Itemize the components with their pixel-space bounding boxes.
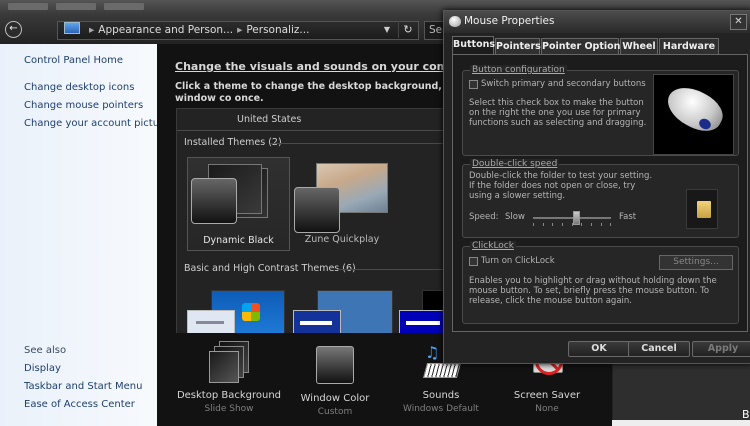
switch-buttons-label[interactable]: Switch primary and secondary buttons	[481, 79, 646, 89]
switch-buttons-description: Select this check box to make the button…	[469, 98, 647, 128]
address-dropdown-icon[interactable]: ▼	[380, 21, 394, 38]
see-also-heading: See also	[24, 345, 67, 356]
clicklock-description: Enables you to highlight or drag without…	[469, 276, 717, 306]
speed-label: Speed:	[469, 212, 499, 222]
slider-thumb[interactable]	[572, 211, 580, 225]
window-color-swatch	[187, 310, 235, 334]
slow-label: Slow	[505, 212, 525, 222]
clicklock-group: ClickLock Turn on ClickLock Settings... …	[462, 241, 739, 324]
locale-label: United States	[237, 114, 302, 125]
divider	[337, 269, 443, 270]
clicklock-legend: ClickLock	[470, 241, 516, 251]
screen-saver-value: None	[535, 404, 559, 414]
nav-control-panel-home[interactable]: Control Panel Home	[24, 55, 123, 66]
close-icon[interactable]: ✕	[730, 14, 747, 30]
dialog-titlebar[interactable]: Mouse Properties ✕	[444, 11, 750, 33]
page-description: Click a theme to change the desktop back…	[175, 81, 442, 104]
breadcrumb-separator-icon: ▸	[89, 24, 95, 36]
ok-button[interactable]: OK	[568, 341, 630, 357]
window-color-value: Custom	[317, 407, 353, 417]
mouse-icon	[449, 16, 461, 27]
mouse-properties-dialog: Mouse Properties ✕ Buttons Pointers Poin…	[443, 10, 750, 364]
switch-buttons-checkbox[interactable]	[469, 80, 478, 89]
windows-logo-icon	[242, 303, 260, 321]
theme-list[interactable]: United States Installed Themes (2) Dynam…	[176, 108, 446, 334]
fast-label: Fast	[619, 212, 637, 222]
background-window-area	[612, 356, 750, 426]
tab-buttons[interactable]: Buttons	[452, 36, 495, 55]
double-click-legend: Double-click speed	[470, 159, 560, 169]
breadcrumb-separator-icon: ▸	[237, 24, 243, 36]
test-folder[interactable]	[686, 189, 718, 229]
see-also-taskbar[interactable]: Taskbar and Start Menu	[24, 381, 142, 392]
clicklock-label[interactable]: Turn on ClickLock	[481, 256, 555, 266]
basic-themes-header: Basic and High Contrast Themes (6)	[184, 263, 356, 274]
clicklock-settings-button[interactable]: Settings...	[659, 255, 733, 270]
theme-zune-quickplay[interactable]: Zune Quickplay	[294, 163, 390, 245]
double-click-description: Double-click the folder to test your set…	[469, 171, 653, 201]
double-click-speed-group: Double-click speed Double-click the fold…	[462, 159, 739, 238]
left-nav-pane: Control Panel Home Change desktop icons …	[0, 44, 169, 426]
theme-name-dynamic-black: Dynamic Black	[203, 235, 274, 246]
button-configuration-legend: Button configuration	[470, 65, 567, 75]
window-color-link[interactable]: Window Color Custom	[290, 341, 380, 417]
breadcrumb-personalization[interactable]: Personaliz...	[246, 22, 309, 39]
folder-icon	[697, 201, 711, 218]
divider	[177, 130, 445, 131]
apply-button[interactable]: Apply	[692, 341, 750, 357]
screen-saver-title: Screen Saver	[513, 390, 581, 401]
tab-hardware[interactable]: Hardware	[659, 38, 719, 54]
tab-panel-buttons: Button configuration Switch primary and …	[452, 54, 748, 332]
window-color-swatch	[293, 310, 341, 334]
clicklock-checkbox[interactable]	[469, 257, 478, 266]
mouse-illustration	[653, 74, 734, 155]
sounds-value: Windows Default	[403, 404, 479, 414]
window-color-swatch	[294, 187, 340, 233]
installed-themes-header: Installed Themes (2)	[184, 137, 282, 148]
dialog-title: Mouse Properties	[464, 15, 555, 27]
control-panel-icon	[64, 22, 80, 34]
nav-change-desktop-icons[interactable]: Change desktop icons	[24, 82, 134, 93]
theme-dynamic-black[interactable]: Dynamic Black	[187, 157, 290, 251]
window-color-swatch	[399, 310, 445, 334]
window-color-title: Window Color	[300, 393, 370, 404]
desktop-background-link[interactable]: Desktop Background Slide Show	[174, 341, 284, 414]
button-configuration-group: Button configuration Switch primary and …	[462, 65, 739, 156]
theme-name-zune-quickplay: Zune Quickplay	[304, 234, 380, 245]
tab-pointers[interactable]: Pointers	[495, 38, 541, 54]
desktop-background-title: Desktop Background	[176, 390, 282, 401]
see-also-ease-of-access[interactable]: Ease of Access Center	[24, 399, 135, 410]
taskbar-edge	[612, 420, 750, 426]
breadcrumb-appearance[interactable]: Appearance and Person...	[98, 22, 233, 39]
tab-pointer-options[interactable]: Pointer Options	[541, 38, 626, 54]
divider	[271, 143, 443, 144]
address-bar[interactable]: ▸ Appearance and Person... ▸ Personaliz...	[57, 21, 419, 40]
window-color-swatch	[191, 178, 237, 224]
refresh-icon[interactable]: ↻	[398, 21, 417, 38]
corner-label: B	[742, 408, 750, 421]
nav-change-mouse-pointers[interactable]: Change mouse pointers	[24, 100, 143, 111]
see-also-display[interactable]: Display	[24, 363, 61, 374]
tab-wheel[interactable]: Wheel	[620, 38, 658, 54]
nav-change-account-picture[interactable]: Change your account picture	[24, 118, 169, 129]
page-title: Change the visuals and sounds on your co…	[175, 60, 482, 73]
window-color-icon	[316, 346, 354, 384]
cancel-button[interactable]: Cancel	[628, 341, 690, 357]
desktop-background-icon	[209, 341, 249, 383]
desktop-background-value: Slide Show	[204, 404, 254, 414]
back-arrow-icon[interactable]: ←	[5, 21, 22, 38]
sounds-title: Sounds	[422, 390, 460, 401]
